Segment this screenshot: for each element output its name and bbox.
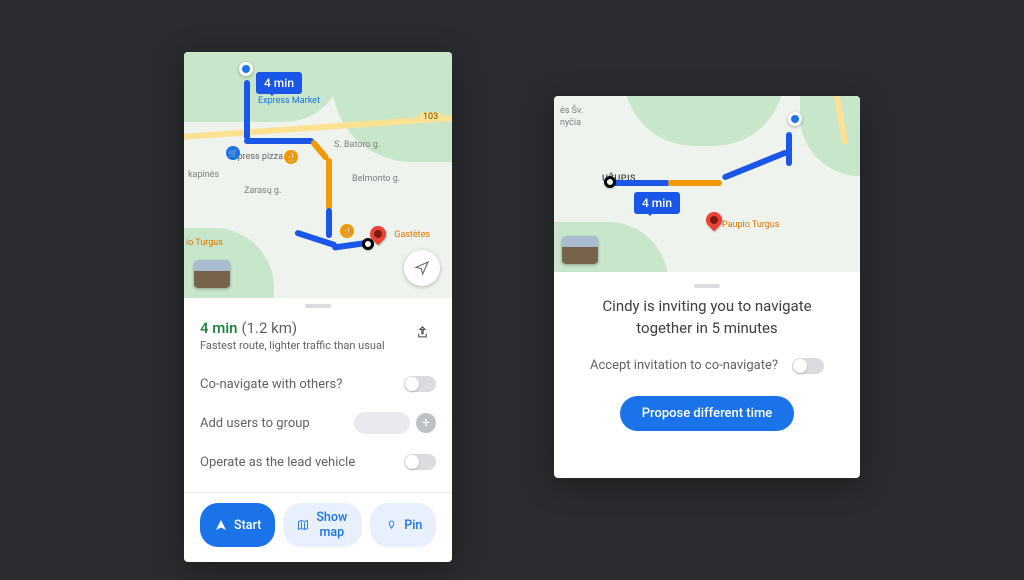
start-button[interactable]: Start — [200, 503, 275, 547]
button-label: Start — [234, 518, 261, 533]
route-subtext: Fastest route, lighter traffic than usua… — [200, 339, 385, 352]
invite-message: Cindy is inviting you to navigate togeth… — [576, 296, 838, 340]
location-arrow-icon — [414, 260, 430, 276]
map-view-a[interactable]: 103 kapinės Express pizza Express Market… — [184, 52, 452, 298]
button-label: Pin — [404, 518, 422, 533]
eta-callout: 4 min — [256, 72, 302, 94]
eta-callout: 4 min — [634, 192, 680, 214]
restaurant-icon: 🍴 — [284, 150, 298, 164]
map-label: S. Batoro g. — [334, 140, 380, 150]
route-origin-marker — [239, 62, 253, 76]
map-label: Zarasų g. — [244, 186, 281, 196]
button-label: Propose different time — [642, 406, 772, 421]
shop-icon: 🛒 — [226, 146, 240, 160]
option-label: Co-navigate with others? — [200, 377, 404, 392]
option-lead-vehicle: Operate as the lead vehicle — [200, 444, 436, 480]
map-label: io Turgus — [186, 238, 223, 248]
lead-vehicle-toggle[interactable] — [404, 454, 436, 470]
drag-handle[interactable] — [694, 284, 720, 288]
streetview-thumb[interactable] — [194, 260, 230, 288]
map-label: Gastètes — [394, 230, 430, 240]
pin-button[interactable]: Pin — [370, 503, 436, 547]
option-label: Add users to group — [200, 416, 354, 431]
option-label: Operate as the lead vehicle — [200, 455, 404, 470]
map-label: Belmonto g. — [352, 174, 400, 184]
map-label: nyčia — [560, 118, 581, 128]
navigate-icon — [214, 518, 228, 532]
map-label: kapinės — [188, 170, 219, 180]
road-badge: 103 — [420, 112, 441, 122]
show-map-button[interactable]: Show map — [283, 503, 362, 547]
restaurant-icon: 🍴 — [340, 224, 354, 238]
streetview-thumb[interactable] — [562, 236, 598, 264]
option-co-navigate: Co-navigate with others? — [200, 366, 436, 402]
accept-row: Accept invitation to co-navigate? — [576, 358, 838, 374]
share-button[interactable] — [408, 318, 436, 346]
propose-time-button[interactable]: Propose different time — [620, 396, 794, 431]
add-user-button[interactable]: + — [416, 413, 436, 433]
route-dest-marker — [604, 176, 616, 188]
co-navigate-toggle[interactable] — [404, 376, 436, 392]
map-label: Paupio Turgus — [722, 220, 779, 230]
button-label: Show map — [315, 510, 348, 540]
route-options-card: 103 kapinės Express pizza Express Market… — [184, 52, 452, 562]
pin-icon — [384, 518, 398, 532]
recenter-button[interactable] — [404, 250, 440, 286]
option-add-users: Add users to group + — [200, 402, 436, 444]
share-icon — [415, 325, 430, 340]
map-icon — [297, 518, 309, 532]
invite-card: ės Šv. nyčia UŽUPIS Paupio Turgus 4 min … — [554, 96, 860, 478]
directions-sheet: 4 min (1.2 km) Fastest route, lighter tr… — [184, 304, 452, 561]
user-chip-input[interactable] — [354, 412, 410, 434]
accept-toggle[interactable] — [792, 358, 824, 374]
route-origin-marker — [788, 112, 802, 126]
eta-time: 4 min — [200, 319, 238, 337]
accept-label: Accept invitation to co-navigate? — [590, 358, 778, 373]
drag-handle[interactable] — [305, 304, 331, 308]
map-view-b[interactable]: ės Šv. nyčia UŽUPIS Paupio Turgus 4 min — [554, 96, 860, 272]
map-label: ės Šv. — [560, 106, 583, 116]
route-distance: (1.2 km) — [241, 319, 297, 337]
